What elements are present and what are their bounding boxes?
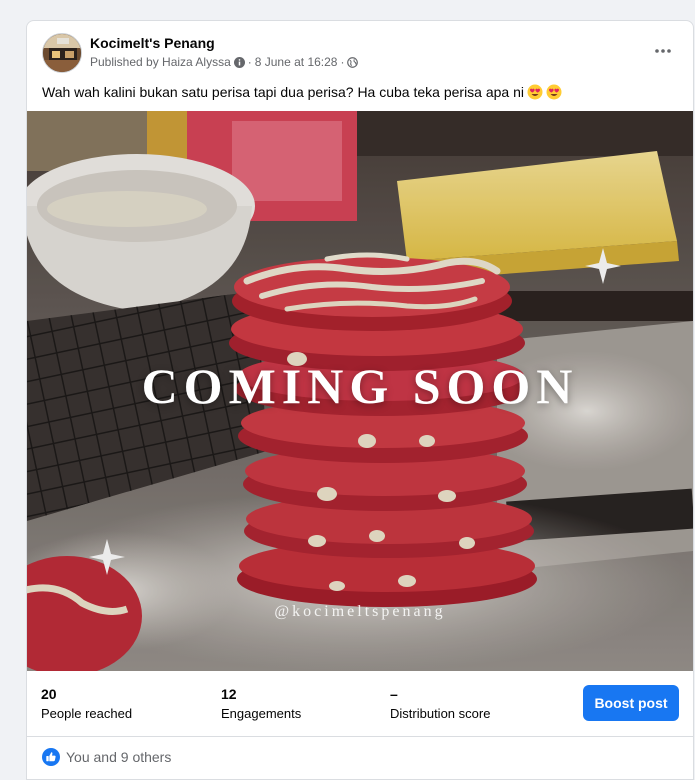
distribution-score-value: – (390, 686, 398, 702)
post-header: Kocimelt's Penang Published by Haiza Aly… (27, 21, 693, 81)
post-insights: 20 People reached 12 Engagements – Distr… (27, 671, 693, 737)
reactions-text: You and 9 others (66, 749, 172, 765)
post-card: Kocimelt's Penang Published by Haiza Aly… (26, 20, 694, 780)
more-dots-icon (655, 49, 671, 53)
heart-eyes-emoji-icon (546, 84, 562, 100)
image-headline: COMING SOON (141, 358, 579, 414)
published-by[interactable]: Published by Haiza Alyssa (90, 55, 231, 69)
heart-eyes-emoji-icon (527, 84, 543, 100)
people-reached-label: People reached (41, 706, 133, 721)
reactions-summary[interactable]: You and 9 others (42, 748, 171, 766)
distribution-score-stat[interactable]: – Distribution score (390, 685, 490, 721)
boost-post-button[interactable]: Boost post (583, 685, 679, 721)
globe-icon[interactable] (347, 56, 359, 68)
info-icon[interactable] (233, 56, 245, 68)
post-image[interactable]: COMING SOON @kocimeltspenang (27, 111, 693, 671)
page-name[interactable]: Kocimelt's Penang (90, 35, 215, 51)
people-reached-value: 20 (41, 686, 57, 702)
engagements-label: Engagements (221, 706, 302, 721)
post-timestamp[interactable]: 8 June at 16:28 (255, 55, 338, 69)
meta-separator: · (247, 55, 252, 69)
meta-separator: · (340, 55, 345, 69)
distribution-score-label: Distribution score (390, 706, 491, 721)
more-options-button[interactable] (645, 39, 681, 63)
page-avatar[interactable] (42, 33, 82, 73)
engagements-value: 12 (221, 686, 237, 702)
people-reached-stat[interactable]: 20 People reached (41, 685, 132, 721)
post-caption: Wah wah kalini bukan satu perisa tapi du… (42, 84, 562, 100)
like-icon (42, 748, 60, 766)
image-handle: @kocimeltspenang (274, 603, 446, 620)
engagements-stat[interactable]: 12 Engagements (221, 685, 301, 721)
caption-text: Wah wah kalini bukan satu perisa tapi du… (42, 84, 524, 100)
post-meta: Published by Haiza Alyssa · 8 June at 16… (90, 55, 359, 69)
